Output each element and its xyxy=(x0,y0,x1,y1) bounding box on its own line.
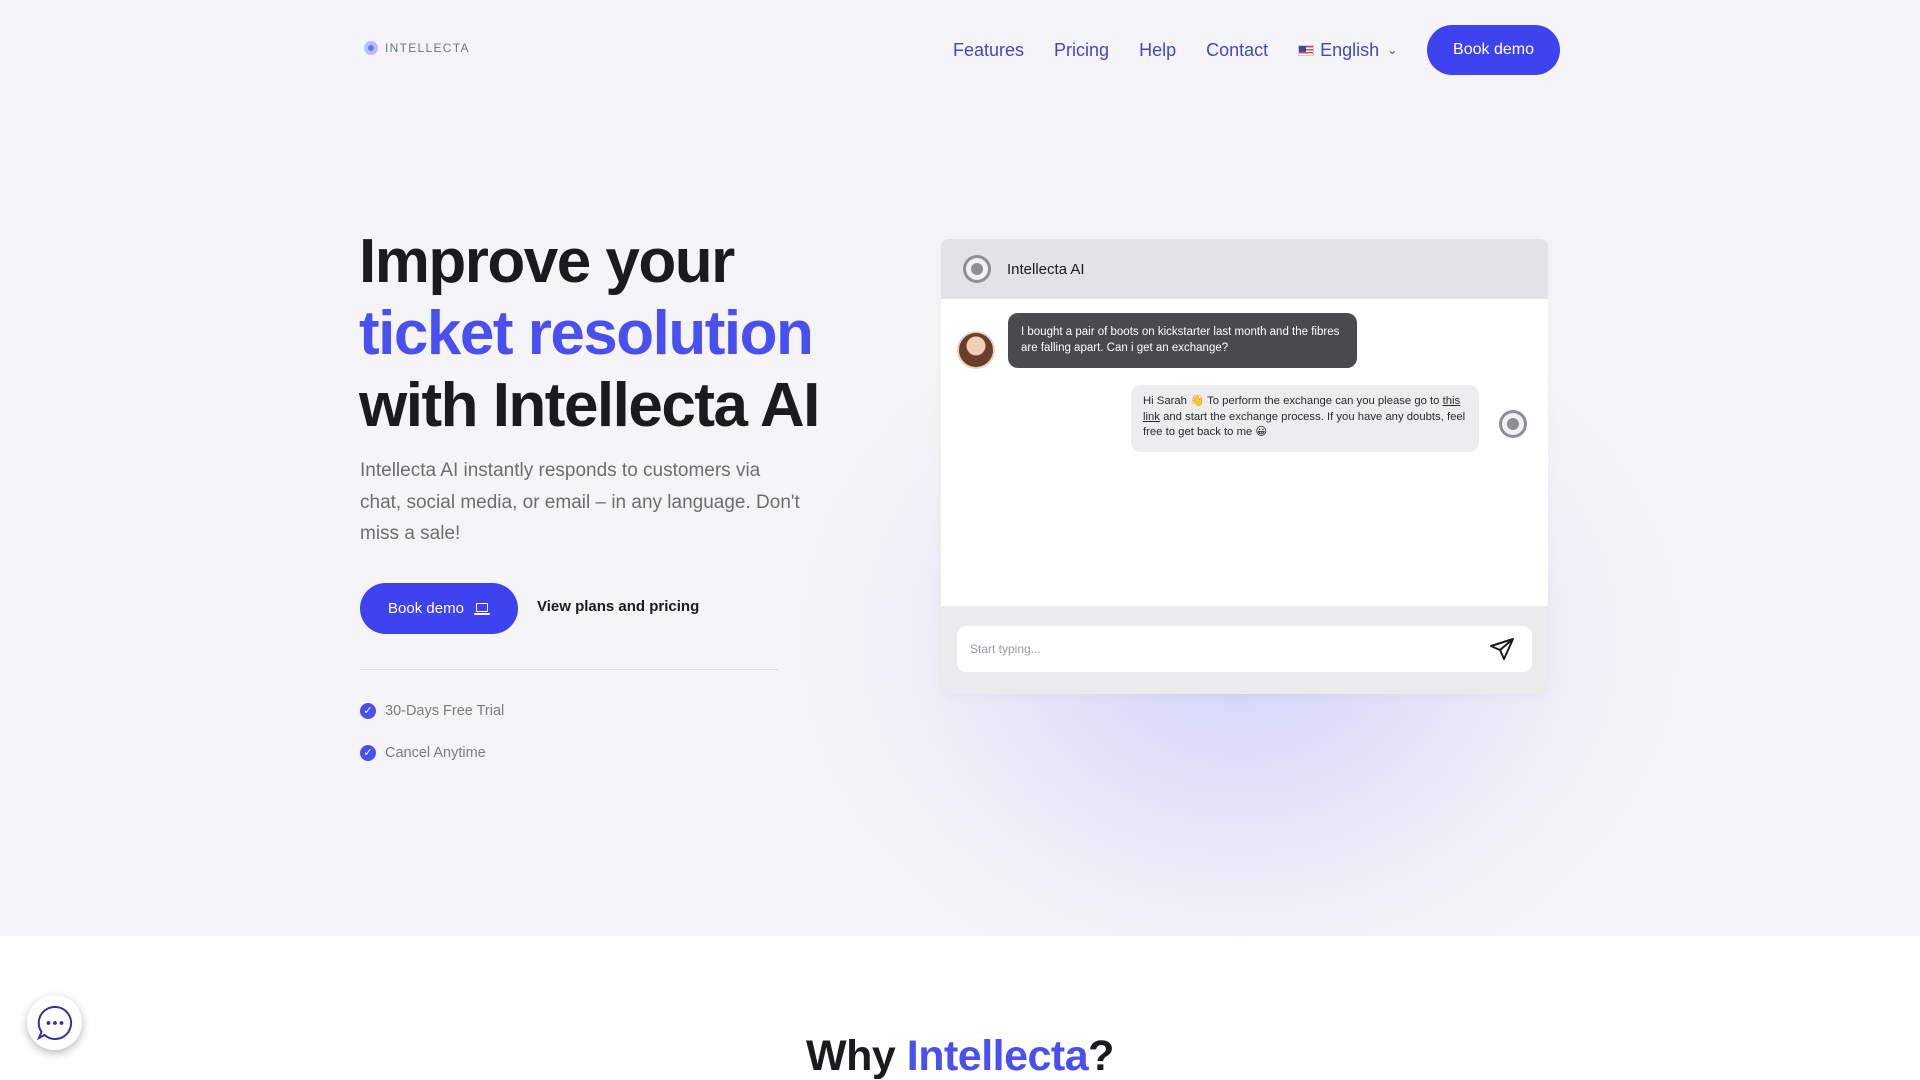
nav-link-features[interactable]: Features xyxy=(953,40,1024,61)
perk-item: ✓ Cancel Anytime xyxy=(360,745,486,761)
perk-label: Cancel Anytime xyxy=(385,745,486,761)
hero-subtext: Intellecta AI instantly responds to cust… xyxy=(360,460,800,544)
chevron-down-icon: ⌄ xyxy=(1387,43,1398,57)
bot-message-bubble: Hi Sarah 👋 To perform the exchange can y… xyxy=(1131,385,1479,452)
chat-input-bar xyxy=(941,606,1548,694)
perk-item: ✓ 30-Days Free Trial xyxy=(360,703,504,719)
check-icon: ✓ xyxy=(360,703,376,719)
brand-logo[interactable]: INTELLECTA xyxy=(364,41,470,55)
perk-label: 30-Days Free Trial xyxy=(385,703,505,719)
laptop-icon xyxy=(473,602,490,615)
bot-avatar-icon xyxy=(963,255,991,283)
nav-link-pricing[interactable]: Pricing xyxy=(1054,40,1109,61)
brand-name: INTELLECTA xyxy=(385,41,470,55)
view-pricing-link[interactable]: View plans and pricing xyxy=(537,598,699,615)
bot-avatar-icon xyxy=(1499,410,1527,438)
chat-title: Intellecta AI xyxy=(1007,260,1085,278)
why-accent: Intellecta xyxy=(906,1032,1089,1080)
hero-divider xyxy=(360,669,778,670)
chat-bubble-icon xyxy=(36,1005,72,1040)
check-icon: ✓ xyxy=(360,745,376,761)
chat-launcher-button[interactable] xyxy=(27,995,82,1050)
language-selector[interactable]: English ⌄ xyxy=(1298,40,1397,61)
book-demo-button[interactable]: Book demo xyxy=(360,583,518,634)
book-demo-label: Book demo xyxy=(388,600,464,617)
chat-messages: I bought a pair of boots on kickstarter … xyxy=(941,299,1548,606)
headline-line-3: with Intellecta AI xyxy=(359,371,820,440)
bot-message-text: Hi Sarah 👋 To perform the exchange can y… xyxy=(1143,395,1443,407)
user-avatar xyxy=(957,331,995,369)
nav-link-contact[interactable]: Contact xyxy=(1206,40,1268,61)
bot-message-text-end: and start the exchange process. If you h… xyxy=(1143,410,1466,439)
hero-headline: Improve your ticket resolution with Inte… xyxy=(359,226,820,442)
headline-line-2: ticket resolution xyxy=(359,299,814,368)
why-suffix: ? xyxy=(1088,1032,1114,1080)
chat-message-input[interactable] xyxy=(957,626,1532,672)
chat-header: Intellecta AI xyxy=(941,239,1548,299)
chat-preview-widget: Intellecta AI I bought a pair of boots o… xyxy=(941,239,1548,694)
us-flag-icon xyxy=(1298,44,1315,56)
logo-icon xyxy=(364,41,378,55)
user-message-bubble: I bought a pair of boots on kickstarter … xyxy=(1008,313,1357,368)
headline-line-1: Improve your xyxy=(359,227,735,296)
why-prefix: Why xyxy=(806,1032,907,1080)
main-nav: Features Pricing Help Contact English ⌄ xyxy=(953,25,1397,75)
why-section-heading: Why Intellecta? xyxy=(0,1032,1920,1080)
nav-book-demo-button[interactable]: Book demo xyxy=(1427,25,1560,75)
send-icon[interactable] xyxy=(1489,637,1515,661)
nav-link-help[interactable]: Help xyxy=(1139,40,1176,61)
language-label: English xyxy=(1320,39,1380,60)
